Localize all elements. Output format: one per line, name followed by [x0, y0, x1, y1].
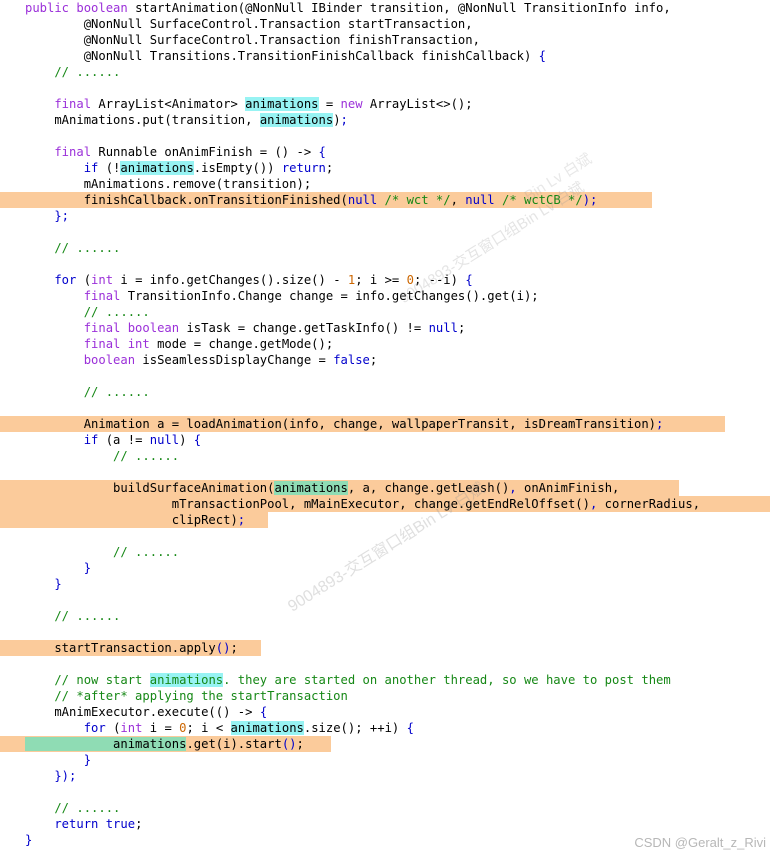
code-line: // now start animations. they are starte…	[25, 673, 671, 687]
code-line: final TransitionInfo.Change change = inf…	[25, 289, 539, 303]
code-line: }	[25, 833, 33, 847]
code-line-highlighted: mTransactionPool, mMainExecutor, change.…	[0, 496, 774, 512]
code-line: }	[25, 577, 62, 591]
code-line: }	[25, 753, 92, 767]
code-line: final boolean isTask = change.getTaskInf…	[25, 321, 466, 335]
code-line-highlighted: startTransaction.apply();	[0, 640, 774, 656]
code-line-highlighted: clipRect);	[0, 512, 774, 528]
code-line: };	[25, 209, 70, 223]
code-line: mAnimExecutor.execute(() -> {	[25, 705, 268, 719]
code-line: // ......	[25, 241, 121, 255]
code-line: // ......	[25, 801, 121, 815]
code-line: // ......	[25, 609, 121, 623]
code-line: }	[25, 561, 92, 575]
code-line: for (int i = info.getChanges().size() - …	[25, 273, 473, 287]
code-surface: public boolean startAnimation(@NonNull I…	[0, 0, 774, 858]
code-line: // ......	[25, 545, 180, 559]
code-line: @NonNull SurfaceControl.Transaction fini…	[25, 33, 480, 47]
code-line: // ......	[25, 385, 150, 399]
code-line: mAnimations.remove(transition);	[25, 177, 312, 191]
code-line: if (a != null) {	[25, 433, 202, 447]
code-line: for (int i = 0; i < animations.size(); +…	[25, 721, 414, 735]
code-line: return true;	[25, 817, 143, 831]
code-line: @NonNull SurfaceControl.Transaction star…	[25, 17, 473, 31]
code-line: final ArrayList<Animator> animations = n…	[25, 97, 473, 111]
code-line: // ......	[25, 305, 150, 319]
code-line: public boolean startAnimation(@NonNull I…	[25, 1, 671, 15]
code-line: @NonNull Transitions.TransitionFinishCal…	[25, 49, 546, 63]
code-lines: public boolean startAnimation(@NonNull I…	[0, 0, 774, 848]
code-line: // ......	[25, 449, 180, 463]
code-line-highlighted: finishCallback.onTransitionFinished(null…	[0, 192, 774, 208]
code-line: mAnimations.put(transition, animations);	[25, 113, 348, 127]
code-line-highlighted: Animation a = loadAnimation(info, change…	[0, 416, 774, 432]
code-line: // ......	[25, 65, 121, 79]
code-line: final Runnable onAnimFinish = () -> {	[25, 145, 326, 159]
code-line-highlighted: animations.get(i).start();	[0, 736, 774, 752]
code-line: // *after* applying the startTransaction	[25, 689, 348, 703]
code-line: boolean isSeamlessDisplayChange = false;	[25, 353, 378, 367]
code-line: final int mode = change.getMode();	[25, 337, 334, 351]
code-line: if (!animations.isEmpty()) return;	[25, 161, 334, 175]
code-line: });	[25, 769, 77, 783]
code-line-highlighted: buildSurfaceAnimation(animations, a, cha…	[0, 480, 774, 496]
